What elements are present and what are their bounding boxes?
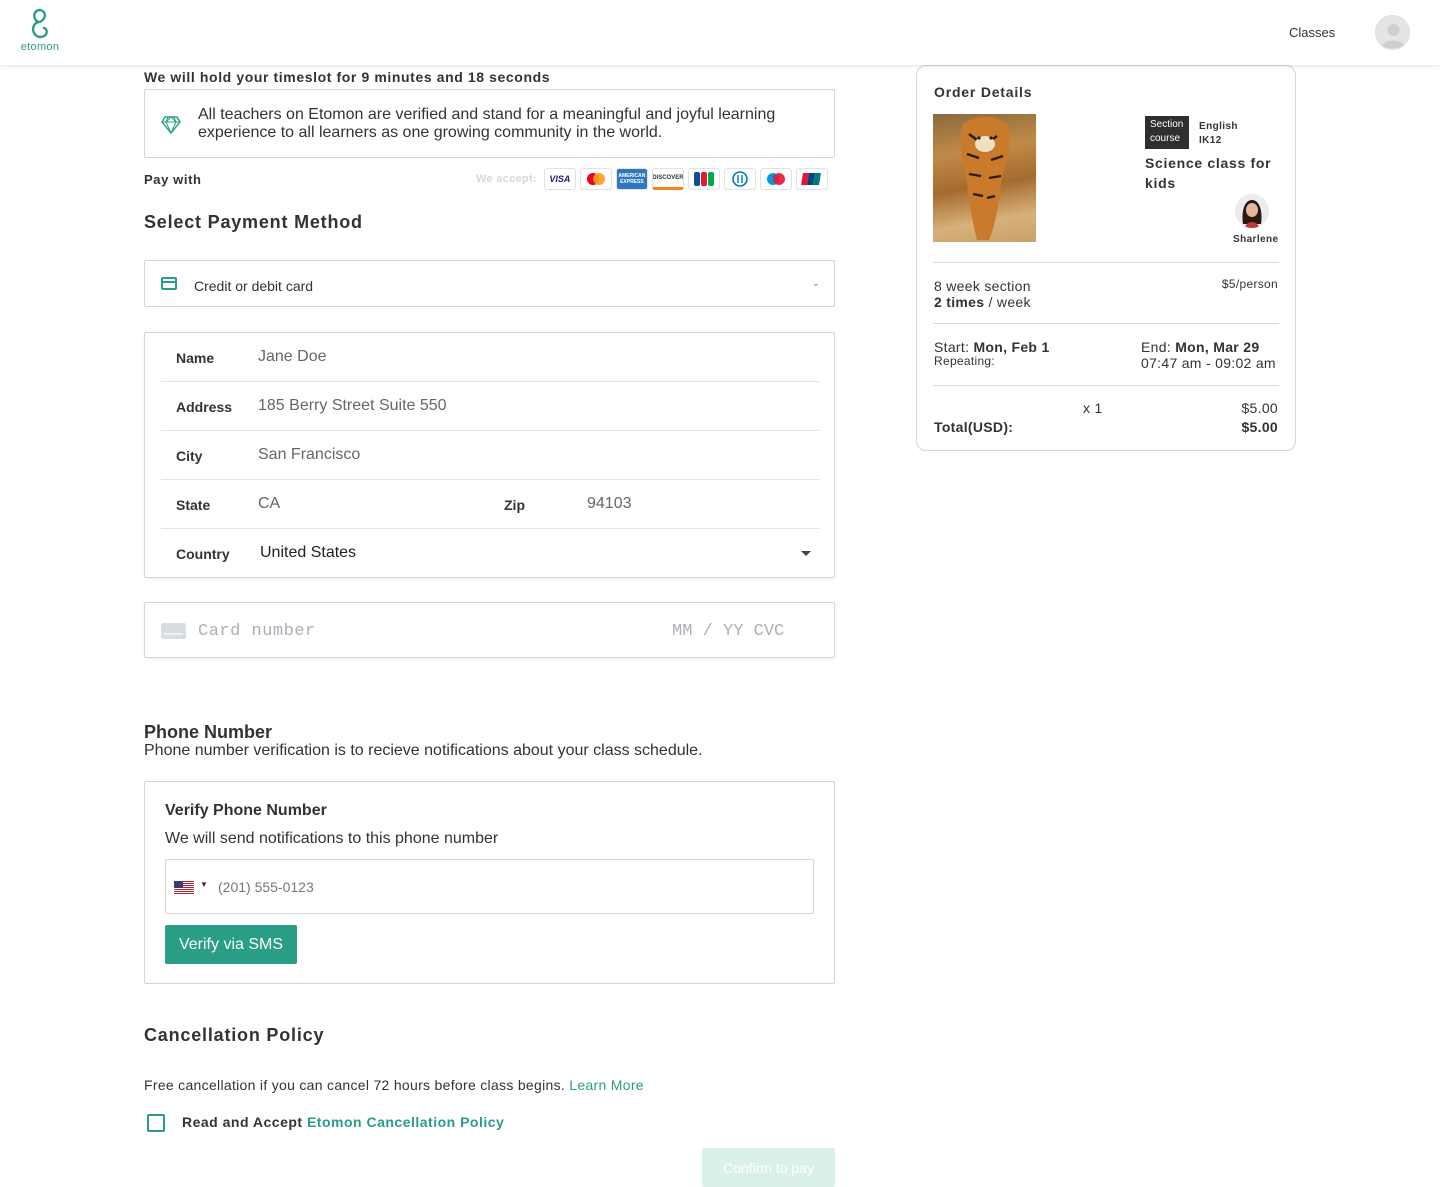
- visa-icon: VISA: [543, 168, 576, 190]
- timeslot-hold-text: We will hold your timeslot for 9 minutes…: [144, 69, 551, 85]
- country-select[interactable]: United States: [260, 544, 356, 562]
- accept-policy-checkbox[interactable]: [147, 1114, 165, 1132]
- address-label: Address: [176, 399, 233, 415]
- class-frequency: 2 times / week: [934, 294, 1031, 310]
- divider: [933, 262, 1279, 263]
- accepted-cards: We accept: VISA AMERICAN EXPRESS DISCOVE…: [476, 167, 828, 191]
- default-user-icon: [1381, 24, 1406, 48]
- diamond-icon: [161, 116, 181, 134]
- state-field[interactable]: CA: [258, 495, 280, 513]
- unionpay-icon: [795, 168, 828, 190]
- confirm-to-pay-button[interactable]: Confirm to pay: [702, 1148, 835, 1187]
- phone-placeholder[interactable]: (201) 555-0123: [218, 879, 314, 895]
- zip-label: Zip: [504, 497, 525, 513]
- city-row: City San Francisco: [161, 431, 819, 480]
- state-zip-row: State CA Zip 94103: [161, 480, 819, 529]
- discover-icon: DISCOVER: [651, 168, 684, 190]
- start-date: Start: Mon, Feb 1: [934, 339, 1050, 355]
- price-per-person: $5/person: [1221, 277, 1278, 291]
- phone-input[interactable]: ▼ (201) 555-0123: [165, 859, 814, 914]
- payment-method-label: Credit or debit card: [194, 278, 314, 294]
- total-label: Total(USD):: [934, 419, 1014, 435]
- verify-phone-title: Verify Phone Number: [165, 802, 327, 819]
- divider: [933, 385, 1279, 386]
- name-row: Name Jane Doe: [161, 333, 819, 382]
- us-flag-icon[interactable]: [174, 881, 194, 894]
- teacher-verified-notice: All teachers on Etomon are verified and …: [144, 89, 835, 158]
- course-level: IK12: [1199, 135, 1222, 146]
- butterfly-logo-icon: [31, 8, 48, 39]
- nav-classes-link[interactable]: Classes: [1289, 25, 1335, 40]
- jcb-icon: [687, 168, 720, 190]
- phone-number-description: Phone number verification is to recieve …: [144, 742, 703, 759]
- class-time-range: 07:47 am - 09:02 am: [1141, 355, 1276, 371]
- etomon-logo[interactable]: etomon: [18, 8, 62, 58]
- city-label: City: [176, 448, 203, 464]
- cancellation-policy-title: Cancellation Policy: [144, 1025, 325, 1045]
- top-header: etomon Classes: [0, 0, 1440, 65]
- teacher-photo: [1235, 194, 1269, 228]
- end-date: End: Mon, Mar 29: [1141, 339, 1260, 355]
- course-language: English: [1199, 121, 1238, 132]
- address-row: Address 185 Berry Street Suite 550: [161, 382, 819, 431]
- verify-phone-card: Verify Phone Number We will send notific…: [144, 781, 835, 984]
- section-length: 8 week section: [934, 278, 1031, 294]
- credit-card-icon: [161, 277, 177, 290]
- country-row[interactable]: Country United States: [161, 529, 819, 578]
- accept-prefix: Read and Accept: [182, 1114, 303, 1130]
- mastercard-icon: [579, 168, 612, 190]
- state-label: State: [176, 497, 211, 513]
- payment-method-select[interactable]: Credit or debit card ⌄: [144, 260, 835, 307]
- address-field[interactable]: 185 Berry Street Suite 550: [258, 397, 447, 415]
- amex-icon: AMERICAN EXPRESS: [615, 168, 648, 190]
- tiger-image: [960, 116, 1010, 240]
- card-placeholder-icon: [161, 623, 186, 639]
- city-field[interactable]: San Francisco: [258, 446, 360, 464]
- billing-address-form: Name Jane Doe Address 185 Berry Street S…: [144, 332, 835, 578]
- expiry-cvc-placeholder[interactable]: MM / YY CVC: [672, 622, 784, 641]
- we-accept-label: We accept:: [476, 173, 537, 185]
- line-amount: $5.00: [1241, 400, 1278, 416]
- accept-policy-label: Read and Accept Etomon Cancellation Poli…: [182, 1114, 504, 1130]
- name-field[interactable]: Jane Doe: [258, 348, 327, 366]
- chevron-down-icon: ⌄: [811, 278, 820, 289]
- section-course-badge: Section course: [1145, 116, 1189, 149]
- order-details-card: Order Details Section course English IK1…: [916, 65, 1296, 451]
- country-label: Country: [176, 546, 230, 562]
- notice-text: All teachers on Etomon are verified and …: [198, 106, 776, 141]
- cancellation-description: Free cancellation if you can cancel 72 h…: [144, 1077, 835, 1093]
- logo-text: etomon: [20, 41, 60, 53]
- divider: [933, 323, 1279, 324]
- cancellation-policy-link[interactable]: Etomon Cancellation Policy: [307, 1114, 504, 1130]
- maestro-icon: [759, 168, 792, 190]
- repeating-label: Repeating:: [934, 354, 996, 368]
- dropdown-caret-icon: [801, 551, 811, 556]
- verify-sms-button[interactable]: Verify via SMS: [165, 925, 297, 964]
- course-title[interactable]: Science class for kids: [1145, 153, 1285, 193]
- country-code-caret-icon[interactable]: ▼: [200, 880, 208, 889]
- user-avatar[interactable]: [1375, 15, 1410, 50]
- verify-phone-description: We will send notifications to this phone…: [165, 830, 499, 847]
- teacher-name[interactable]: Sharlene: [1233, 234, 1278, 245]
- learn-more-link[interactable]: Learn More: [569, 1077, 644, 1093]
- card-number-field[interactable]: Card number MM / YY CVC: [144, 602, 835, 658]
- zip-field[interactable]: 94103: [587, 495, 632, 513]
- course-language-level: English IK12: [1199, 120, 1238, 148]
- course-thumbnail[interactable]: [933, 114, 1036, 242]
- phone-number-title: Phone Number: [144, 722, 273, 742]
- teacher-avatar[interactable]: [1235, 194, 1269, 228]
- card-number-placeholder[interactable]: Card number: [198, 622, 316, 641]
- order-details-title: Order Details: [934, 84, 1033, 100]
- diners-club-icon: [723, 168, 756, 190]
- total-value: $5.00: [1241, 419, 1278, 435]
- quantity: x 1: [1083, 400, 1103, 416]
- select-payment-title: Select Payment Method: [144, 212, 363, 232]
- name-label: Name: [176, 350, 215, 366]
- cancellation-text: Free cancellation if you can cancel 72 h…: [144, 1077, 566, 1093]
